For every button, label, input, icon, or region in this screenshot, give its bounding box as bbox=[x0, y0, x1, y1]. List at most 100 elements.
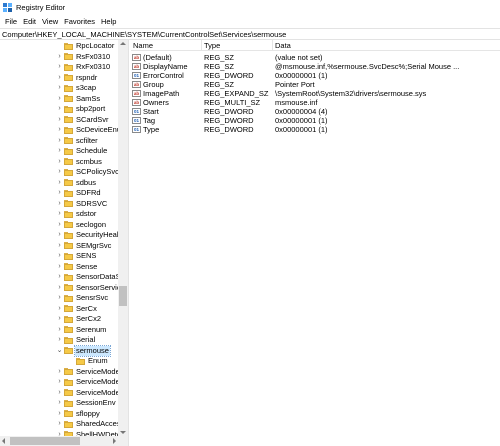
tree-item[interactable]: › SensrSvc bbox=[0, 293, 118, 303]
chevron-right-icon[interactable] bbox=[56, 41, 63, 51]
chevron-right-icon[interactable]: › bbox=[56, 335, 63, 345]
chevron-right-icon[interactable]: › bbox=[56, 283, 63, 293]
menu-edit[interactable]: Edit bbox=[20, 17, 39, 26]
chevron-right-icon[interactable]: › bbox=[56, 293, 63, 303]
chevron-right-icon[interactable]: › bbox=[56, 178, 63, 188]
chevron-right-icon[interactable]: › bbox=[56, 304, 63, 314]
tree-item[interactable]: › SCPolicySvc bbox=[0, 167, 119, 177]
tree-item[interactable]: › Serenum bbox=[0, 325, 118, 335]
tree-item[interactable]: ›ServiceModelService bbox=[0, 388, 128, 398]
tree-item[interactable]: › SEMgrSvc bbox=[0, 241, 118, 251]
menu-file[interactable]: File bbox=[2, 17, 20, 26]
tree-item[interactable]: › Sense bbox=[0, 262, 118, 272]
value-row[interactable]: ab Owners REG_MULTI_SZ msmouse.inf bbox=[131, 98, 500, 107]
chevron-right-icon[interactable] bbox=[68, 356, 75, 366]
tree-vertical-scrollbar[interactable] bbox=[118, 40, 128, 436]
chevron-right-icon[interactable]: › bbox=[56, 188, 63, 198]
tree-item[interactable]: › SerCx2 bbox=[0, 314, 118, 324]
tree-horizontal-scrollbar[interactable] bbox=[0, 436, 128, 446]
chevron-right-icon[interactable]: › bbox=[56, 409, 63, 419]
chevron-right-icon[interactable]: › bbox=[56, 241, 63, 251]
tree-item[interactable]: RpcLocator bbox=[0, 41, 118, 51]
chevron-right-icon[interactable]: › bbox=[56, 104, 63, 114]
scroll-thumb[interactable] bbox=[119, 286, 127, 306]
chevron-down-icon[interactable]: ⌄ bbox=[56, 346, 63, 356]
value-row[interactable]: ab ImagePath REG_EXPAND_SZ \SystemRoot\Syst… bbox=[131, 89, 500, 98]
tree-item[interactable]: › s3cap bbox=[0, 83, 118, 93]
tree-item[interactable]: › SensorService bbox=[0, 283, 124, 293]
chevron-right-icon[interactable]: › bbox=[56, 136, 63, 146]
value-row[interactable]: ab (Default) REG_SZ (value not set) bbox=[131, 53, 500, 62]
scroll-down-icon[interactable] bbox=[120, 431, 126, 434]
chevron-right-icon[interactable]: › bbox=[56, 167, 63, 177]
scroll-left-icon[interactable] bbox=[2, 438, 5, 444]
chevron-right-icon[interactable]: › bbox=[56, 125, 63, 135]
tree-item[interactable]: › SamSs bbox=[0, 94, 118, 104]
tree-item[interactable]: › scfilter bbox=[0, 136, 118, 146]
tree-item[interactable]: › SessionEnv bbox=[0, 398, 118, 408]
value-row[interactable]: ab DisplayName REG_SZ @msmouse.inf,%sermous… bbox=[131, 62, 500, 71]
chevron-right-icon[interactable]: › bbox=[56, 83, 63, 93]
tree-item[interactable]: › Serial bbox=[0, 335, 118, 345]
tree-item[interactable]: › sbp2port bbox=[0, 104, 118, 114]
menu-view[interactable]: View bbox=[39, 17, 61, 26]
tree-item[interactable]: › sdbus bbox=[0, 178, 118, 188]
chevron-right-icon[interactable]: › bbox=[56, 367, 63, 377]
tree-item[interactable]: › sfloppy bbox=[0, 409, 118, 419]
address-bar[interactable]: Computer\HKEY_LOCAL_MACHINE\SYSTEM\Curre… bbox=[0, 28, 500, 40]
tree-item[interactable]: › sdstor bbox=[0, 209, 118, 219]
tree-item[interactable]: ⌄ sermouse bbox=[0, 344, 118, 357]
tree-item[interactable]: › SCardSvr bbox=[0, 115, 118, 125]
menu-help[interactable]: Help bbox=[98, 17, 119, 26]
tree-item[interactable]: ›SecurityHealthService bbox=[0, 230, 128, 240]
tree-item[interactable]: › rspndr bbox=[0, 73, 118, 83]
tree-item[interactable]: ›ServiceModelOperation bbox=[0, 377, 128, 387]
tree-item[interactable]: › SharedAccess bbox=[0, 419, 124, 429]
scroll-right-icon[interactable] bbox=[113, 438, 116, 444]
value-row[interactable]: 01 ErrorControl REG_DWORD 0x00000001 (1) bbox=[131, 71, 500, 80]
chevron-right-icon[interactable]: › bbox=[56, 388, 63, 398]
key-tree[interactable]: RpcLocator › RsFx0310 › RxFx0310 › rspndr › s3ca… bbox=[0, 40, 128, 446]
tree-item[interactable]: › SENS bbox=[0, 251, 118, 261]
chevron-right-icon[interactable]: › bbox=[56, 115, 63, 125]
tree-item[interactable]: › RxFx0310 bbox=[0, 62, 118, 72]
chevron-right-icon[interactable]: › bbox=[56, 314, 63, 324]
tree-item[interactable]: ›SensorDataService bbox=[0, 272, 128, 282]
column-header-data[interactable]: Data bbox=[273, 40, 500, 51]
tree-item[interactable]: › SDRSVC bbox=[0, 199, 118, 209]
column-header-type[interactable]: Type bbox=[202, 40, 273, 51]
tree-item[interactable]: › SerCx bbox=[0, 304, 118, 314]
values-list[interactable]: Name Type Data ab (Default) REG_SZ (value n… bbox=[131, 40, 500, 446]
chevron-right-icon[interactable]: › bbox=[56, 377, 63, 387]
tree-item[interactable]: › SDFRd bbox=[0, 188, 118, 198]
address-path[interactable]: Computer\HKEY_LOCAL_MACHINE\SYSTEM\Curre… bbox=[2, 30, 286, 39]
chevron-right-icon[interactable]: › bbox=[56, 157, 63, 167]
chevron-right-icon[interactable]: › bbox=[56, 62, 63, 72]
chevron-right-icon[interactable]: › bbox=[56, 230, 63, 240]
value-row[interactable]: 01 Tag REG_DWORD 0x00000001 (1) bbox=[131, 116, 500, 125]
value-row[interactable]: 01 Start REG_DWORD 0x00000004 (4) bbox=[131, 107, 500, 116]
chevron-right-icon[interactable]: › bbox=[56, 146, 63, 156]
value-row[interactable]: ab Group REG_SZ Pointer Port bbox=[131, 80, 500, 89]
chevron-right-icon[interactable]: › bbox=[56, 52, 63, 62]
tree-item[interactable]: ›ServiceModelEndpoint bbox=[0, 367, 128, 377]
chevron-right-icon[interactable]: › bbox=[56, 199, 63, 209]
value-row[interactable]: 01 Type REG_DWORD 0x00000001 (1) bbox=[131, 125, 500, 134]
horizontal-scroll-thumb[interactable] bbox=[10, 437, 80, 445]
chevron-right-icon[interactable]: › bbox=[56, 251, 63, 261]
chevron-right-icon[interactable]: › bbox=[56, 419, 63, 429]
tree-item[interactable]: › RsFx0310 bbox=[0, 52, 118, 62]
tree-item[interactable]: Enum bbox=[0, 356, 118, 366]
tree-item[interactable]: › seclogon bbox=[0, 220, 118, 230]
chevron-right-icon[interactable]: › bbox=[56, 209, 63, 219]
tree-item[interactable]: › ScDeviceEnum bbox=[0, 125, 127, 135]
chevron-right-icon[interactable]: › bbox=[56, 262, 63, 272]
chevron-right-icon[interactable]: › bbox=[56, 94, 63, 104]
scroll-up-icon[interactable] bbox=[120, 42, 126, 45]
menu-favorites[interactable]: Favorites bbox=[61, 17, 98, 26]
chevron-right-icon[interactable]: › bbox=[56, 220, 63, 230]
column-header-name[interactable]: Name bbox=[131, 40, 202, 51]
chevron-right-icon[interactable]: › bbox=[56, 325, 63, 335]
chevron-right-icon[interactable]: › bbox=[56, 272, 63, 282]
chevron-right-icon[interactable]: › bbox=[56, 398, 63, 408]
